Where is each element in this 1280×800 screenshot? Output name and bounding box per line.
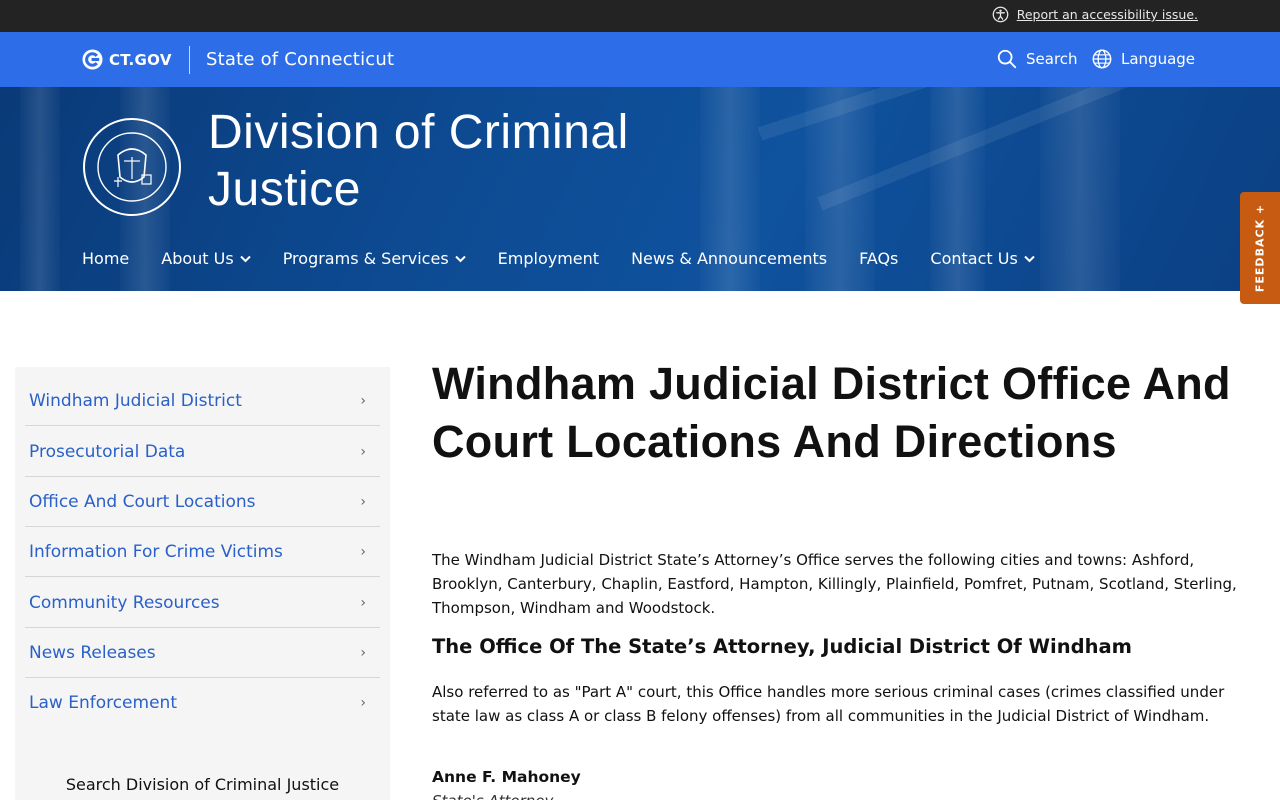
chevron-down-icon	[1024, 255, 1035, 262]
feedback-tab[interactable]: FEEDBACK +	[1240, 192, 1280, 304]
intro-paragraph: The Windham Judicial District State’s At…	[432, 551, 1237, 617]
nav-item-label: FAQs	[859, 249, 899, 268]
page-title: Windham Judicial District Office And Cou…	[432, 358, 1231, 467]
sidebar-item-label: Prosecutorial Data	[29, 441, 186, 462]
chevron-right-icon: ›	[360, 392, 366, 409]
header-divider	[189, 46, 190, 74]
hero-beam-decoration	[817, 87, 1250, 211]
sidebar-item-label: Office And Court Locations	[29, 491, 256, 512]
utility-bar: Report an accessibility issue.	[0, 0, 1280, 32]
nav-item-label: About Us	[161, 249, 234, 268]
hero-banner: Division of Criminal Justice Home About …	[0, 87, 1280, 291]
sidebar-item-office-court-locations[interactable]: Office And Court Locations ›	[25, 477, 380, 527]
chevron-right-icon: ›	[360, 443, 366, 460]
nav-item-label: Programs & Services	[282, 249, 449, 268]
chevron-right-icon: ›	[360, 644, 366, 661]
site-title[interactable]: Division of Criminal Justice	[208, 104, 629, 218]
sidebar-item-community-resources[interactable]: Community Resources ›	[25, 578, 380, 628]
nav-item-label: Contact Us	[930, 249, 1018, 268]
chevron-right-icon: ›	[360, 543, 366, 560]
ct-gov-logo-text: CT.GOV	[109, 50, 172, 69]
sidebar-item-label: Community Resources	[29, 592, 220, 613]
ct-gov-bar: CT.GOV State of Connecticut Search Langu…	[0, 32, 1280, 87]
site-title-line1: Division of Criminal	[208, 106, 629, 159]
nav-item-label: Employment	[497, 249, 600, 268]
search-button[interactable]: Search	[996, 48, 1078, 70]
sidebar-item-label: Information For Crime Victims	[29, 541, 283, 562]
accessibility-icon	[992, 6, 1009, 23]
sidebar-item-label: News Releases	[29, 642, 156, 663]
contact-name: Anne F. Mahoney	[432, 768, 581, 786]
sidebar-item-law-enforcement[interactable]: Law Enforcement ›	[25, 678, 380, 728]
accessibility-link-label: Report an accessibility issue.	[1016, 7, 1198, 22]
nav-item-contact-us[interactable]: Contact Us	[930, 249, 1035, 268]
search-icon	[997, 49, 1017, 69]
sidebar-item-label: Windham Judicial District	[29, 390, 242, 411]
chevron-right-icon: ›	[360, 695, 366, 711]
state-name-link[interactable]: State of Connecticut	[206, 49, 394, 70]
site-title-line2: Justice	[208, 163, 361, 216]
nav-item-employment[interactable]: Employment	[498, 249, 599, 268]
nav-item-faqs[interactable]: FAQs	[859, 249, 898, 268]
nav-item-programs-services[interactable]: Programs & Services	[283, 249, 466, 268]
main-nav: Home About Us Programs & Services Employ…	[82, 249, 1035, 268]
chevron-right-icon: ›	[360, 493, 366, 510]
ct-gov-logo[interactable]: CT.GOV	[82, 49, 172, 70]
sidebar-search-heading: Search Division of Criminal Justice	[65, 775, 340, 794]
sidebar-item-label: Law Enforcement	[29, 693, 177, 713]
sidebar-item-crime-victims[interactable]: Information For Crime Victims ›	[25, 527, 380, 577]
accessibility-link[interactable]: Report an accessibility issue.	[992, 6, 1198, 23]
language-button[interactable]: Language	[1091, 48, 1195, 70]
language-label: Language	[1121, 50, 1196, 68]
seal-icon	[83, 118, 181, 216]
sidebar-item-windham-judicial-district[interactable]: Windham Judicial District ›	[25, 376, 380, 426]
hero-column-decoration	[20, 87, 60, 291]
section-paragraph: Also referred to as "Part A" court, this…	[432, 683, 1225, 725]
nav-item-news-announcements[interactable]: News & Announcements	[631, 249, 827, 268]
sidebar-item-prosecutorial-data[interactable]: Prosecutorial Data ›	[25, 427, 380, 477]
nav-item-label: Home	[82, 249, 130, 268]
nav-item-about-us[interactable]: About Us	[161, 249, 251, 268]
sidebar: Windham Judicial District › Prosecutoria…	[15, 367, 390, 800]
globe-icon	[1092, 49, 1112, 69]
feedback-label: FEEDBACK +	[1253, 203, 1267, 293]
contact-role: State's Attorney	[432, 792, 553, 800]
section-heading: The Office Of The State’s Attorney, Judi…	[432, 635, 1132, 658]
nav-item-home[interactable]: Home	[82, 249, 129, 268]
sidebar-item-news-releases[interactable]: News Releases ›	[25, 628, 380, 678]
chevron-down-icon	[454, 255, 466, 262]
ct-logo-icon	[82, 49, 103, 70]
chevron-down-icon	[239, 255, 251, 262]
chevron-right-icon: ›	[360, 594, 366, 611]
nav-item-label: News & Announcements	[631, 249, 828, 268]
search-label: Search	[1026, 50, 1078, 68]
